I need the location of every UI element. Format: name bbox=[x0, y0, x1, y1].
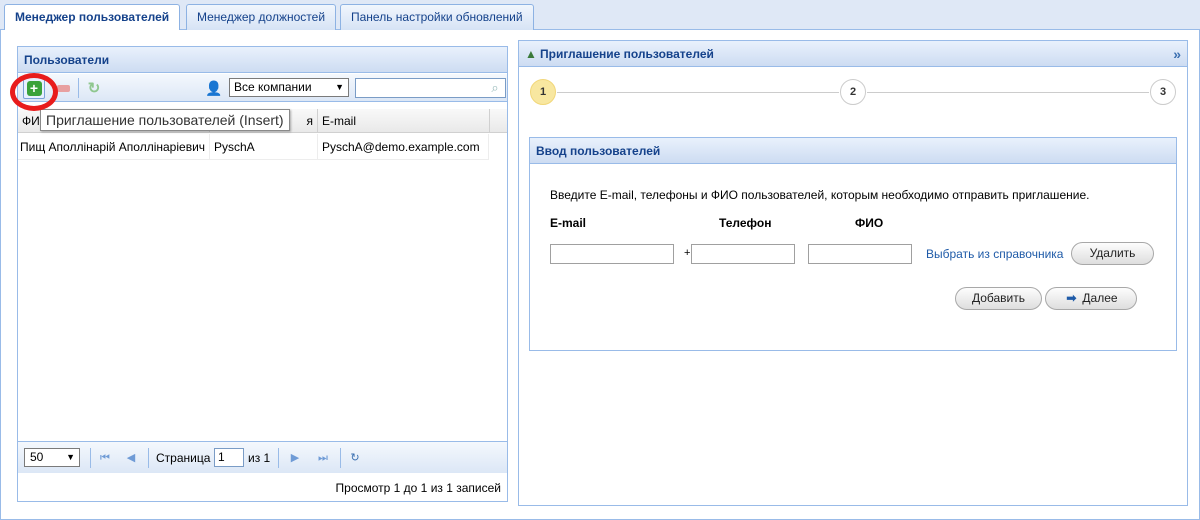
next-button-label: Далее bbox=[1082, 291, 1118, 305]
invite-panel-title: Приглашение пользователей bbox=[540, 47, 714, 61]
paging-divider bbox=[278, 448, 279, 468]
next-page-icon[interactable]: ▶ bbox=[288, 450, 302, 466]
user-input-title: Ввод пользователей bbox=[530, 138, 1176, 164]
add-user-button[interactable]: + bbox=[23, 77, 45, 99]
tab-bar: Менеджер пользователей Менеджер должност… bbox=[0, 0, 1200, 31]
paging-divider bbox=[340, 448, 341, 468]
cell-email: PyschA@demo.example.com bbox=[318, 134, 489, 160]
phone-prefix: + bbox=[684, 247, 691, 259]
delete-button[interactable]: Удалить bbox=[1071, 242, 1154, 265]
page-count-label: из 1 bbox=[248, 451, 271, 465]
tab-position-manager[interactable]: Менеджер должностей bbox=[186, 4, 337, 30]
step-2: 2 bbox=[840, 79, 866, 105]
column-header-email[interactable]: E-mail bbox=[318, 109, 490, 133]
tab-user-manager[interactable]: Менеджер пользователей bbox=[4, 4, 181, 31]
add-button[interactable]: Добавить bbox=[955, 287, 1042, 310]
fio-field[interactable] bbox=[808, 244, 912, 264]
chevron-down-icon: ▼ bbox=[66, 452, 75, 462]
users-toolbar: + ↻ 👤 Все компании ▼ ⌕ bbox=[18, 74, 507, 102]
add-user-tooltip: Приглашение пользователей (Insert) bbox=[40, 109, 290, 131]
reload-icon[interactable]: ↻ bbox=[348, 450, 362, 466]
refresh-button[interactable]: ↻ bbox=[83, 77, 105, 99]
remove-user-button[interactable] bbox=[52, 77, 74, 99]
cell-login: PyschA bbox=[210, 134, 318, 160]
paging-summary: Просмотр 1 до 1 из 1 записей bbox=[335, 481, 501, 495]
refresh-icon: ↻ bbox=[87, 80, 101, 97]
page-label: Страница bbox=[156, 451, 211, 465]
tab-update-settings[interactable]: Панель настройки обновлений bbox=[340, 4, 534, 30]
invite-panel: ▲ Приглашение пользователей » 1 2 3 Ввод … bbox=[518, 40, 1188, 506]
user-mail-icon: 👤 bbox=[205, 80, 223, 96]
invite-panel-header: ▲ Приглашение пользователей » bbox=[519, 41, 1187, 67]
paging-toolbar: 50 ▼ ⏮ ◀ Страница 1 из 1 ▶ ⏭ ↻ bbox=[18, 441, 507, 473]
remove-icon bbox=[56, 84, 70, 92]
phone-field[interactable] bbox=[691, 244, 795, 264]
paging-divider bbox=[90, 448, 91, 468]
fio-label: ФИО bbox=[855, 216, 884, 230]
user-input-subpanel: Ввод пользователей Введите E-mail, телеф… bbox=[529, 137, 1177, 351]
step-connector bbox=[867, 92, 1149, 93]
search-icon: ⌕ bbox=[491, 80, 499, 95]
step-connector bbox=[557, 92, 839, 93]
search-input[interactable]: ⌕ bbox=[355, 78, 506, 98]
page-number-input[interactable]: 1 bbox=[214, 448, 244, 467]
paging-divider bbox=[148, 448, 149, 468]
collapse-icon[interactable]: » bbox=[1173, 41, 1181, 67]
toolbar-divider bbox=[78, 78, 79, 98]
email-field[interactable] bbox=[550, 244, 674, 264]
page-size-select[interactable]: 50 ▼ bbox=[24, 448, 80, 467]
company-select[interactable]: Все компании ▼ bbox=[229, 78, 349, 97]
table-row[interactable]: Пищ Аполлінарій Аполлінаріевич PyschA Py… bbox=[18, 134, 489, 160]
prev-page-icon[interactable]: ◀ bbox=[124, 450, 138, 466]
arrow-right-icon: ➡ bbox=[1066, 291, 1077, 305]
last-page-icon[interactable]: ⏭ bbox=[316, 450, 330, 466]
step-1: 1 bbox=[530, 79, 556, 105]
instructions-text: Введите E-mail, телефоны и ФИО пользоват… bbox=[550, 188, 1090, 202]
phone-label: Телефон bbox=[719, 216, 772, 230]
choose-from-directory-link[interactable]: Выбрать из справочника bbox=[926, 247, 1063, 261]
company-select-value: Все компании bbox=[234, 80, 312, 94]
email-label: E-mail bbox=[550, 216, 587, 230]
step-3: 3 bbox=[1150, 79, 1176, 105]
page-size-value: 50 bbox=[30, 450, 44, 464]
cell-name: Пищ Аполлінарій Аполлінаріевич bbox=[18, 134, 210, 160]
add-icon: + bbox=[26, 80, 42, 96]
users-panel-title: Пользователи bbox=[18, 47, 507, 73]
first-page-icon[interactable]: ⏮ bbox=[98, 450, 112, 466]
user-icon: ▲ bbox=[525, 47, 537, 61]
next-button[interactable]: ➡ Далее bbox=[1045, 287, 1137, 310]
chevron-down-icon: ▼ bbox=[335, 82, 344, 92]
